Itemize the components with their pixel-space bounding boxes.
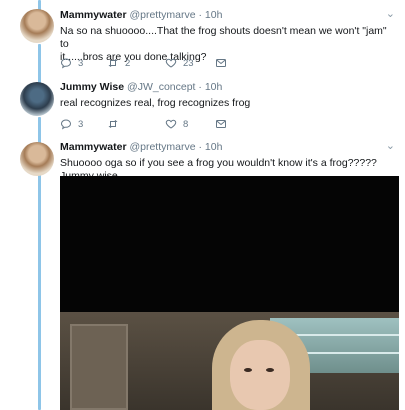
timestamp[interactable]: 10h [205,9,223,21]
retweet-icon [108,120,118,128]
tweet-header: Mammywater @prettymarve · 10h [60,9,222,21]
thread-line [38,44,41,84]
reply-icon [60,58,72,69]
user-handle[interactable]: @JW_concept [127,81,195,93]
retweet-button[interactable]: 2 [107,57,165,69]
media-door [70,324,128,410]
tweet-text-line: real recognizes real, frog recognizes fr… [60,97,251,109]
envelope-icon [216,120,226,128]
direct-message-button[interactable] [215,57,233,69]
media-person-eye [266,368,274,372]
separator: · [198,9,202,21]
timestamp[interactable]: 10h [205,81,223,93]
display-name[interactable]: Jummy Wise [60,81,124,93]
user-handle[interactable]: @prettymarve [129,141,195,153]
reply-count: 3 [78,118,84,130]
like-button[interactable]: 8 [165,118,215,130]
like-count: 23 [183,57,194,69]
like-button[interactable]: 23 [165,57,215,69]
media-person-eye [244,368,252,372]
tweet-text-line: Na so na shuoooo....That the frog shouts… [60,25,387,50]
tweet-actions: 3 2 23 [60,57,233,69]
retweet-icon [108,59,118,67]
reply-count: 3 [78,57,84,69]
envelope-icon [216,59,226,67]
chevron-down-icon[interactable]: ⌄ [386,7,395,20]
media-scene [60,312,399,410]
tweet-header: Jummy Wise @JW_concept · 10h [60,81,222,93]
display-name[interactable]: Mammywater [60,141,127,153]
separator: · [198,81,202,93]
tweet-actions: 3 8 [60,118,233,130]
chevron-down-icon[interactable]: ⌄ [386,139,395,152]
heart-icon [165,119,177,129]
thread-line [38,117,41,144]
retweet-button[interactable] [107,118,165,130]
separator: · [198,141,202,153]
avatar[interactable] [20,142,54,176]
heart-icon [165,58,177,68]
avatar[interactable] [20,82,54,116]
direct-message-button[interactable] [215,118,233,130]
reply-button[interactable]: 3 [60,57,107,69]
retweet-count: 2 [125,57,131,69]
avatar[interactable] [20,9,54,43]
reply-button[interactable]: 3 [60,118,107,130]
media-person-face [230,340,290,410]
like-count: 8 [183,118,189,130]
user-handle[interactable]: @prettymarve [129,9,195,21]
reply-icon [60,119,72,130]
thread-line [38,170,41,410]
tweet-text: real recognizes real, frog recognizes fr… [60,97,395,110]
display-name[interactable]: Mammywater [60,9,127,21]
timestamp[interactable]: 10h [205,141,223,153]
tweet-media[interactable] [60,176,399,410]
tweet-header: Mammywater @prettymarve · 10h [60,141,222,153]
